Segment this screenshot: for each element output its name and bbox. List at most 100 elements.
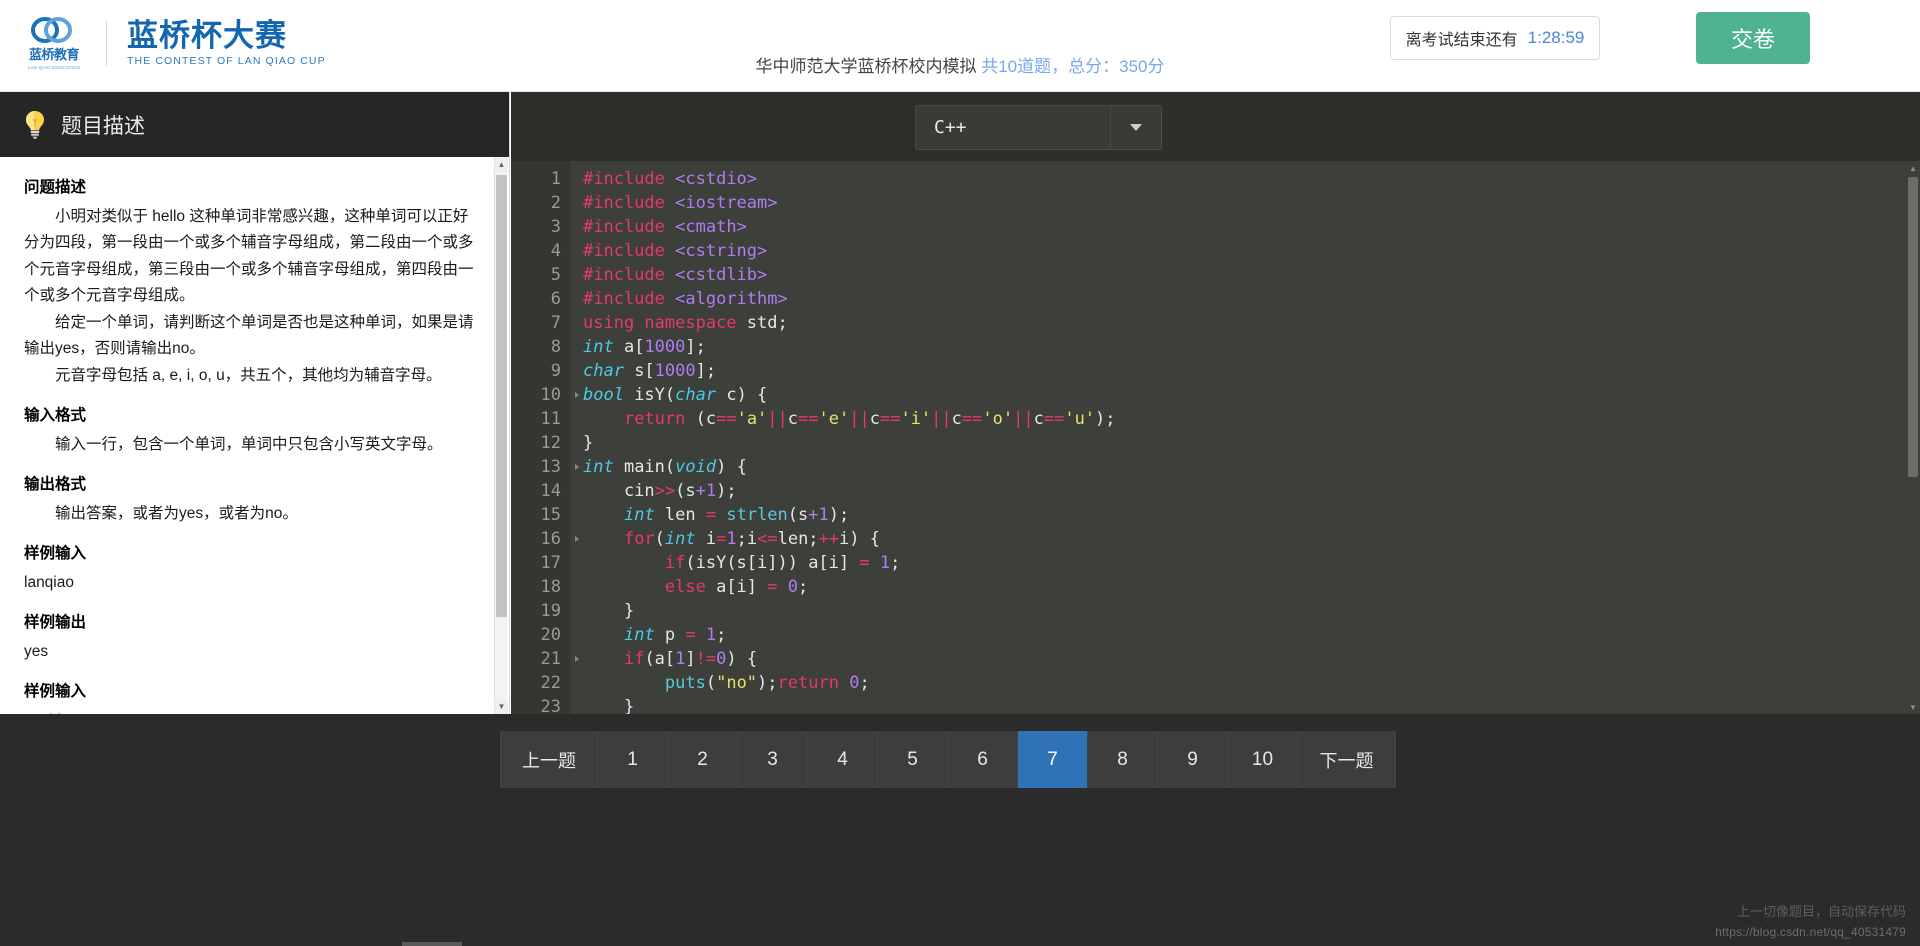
code-token: (s bbox=[787, 505, 809, 525]
section-paragraph: 输出答案，或者为yes，或者为no。 bbox=[55, 504, 298, 522]
submit-exam-button[interactable]: 交卷 bbox=[1696, 12, 1810, 64]
editor-scrollbar-thumb[interactable] bbox=[1908, 177, 1918, 477]
code-line: int len = strlen(s+1); bbox=[583, 503, 1920, 527]
code-token: c) { bbox=[716, 385, 768, 405]
exam-name: 华中师范大学蓝桥杯校内模拟 bbox=[755, 57, 977, 76]
code-token: c bbox=[1033, 409, 1044, 429]
code-token: >> bbox=[654, 481, 676, 501]
code-token: strlen bbox=[726, 505, 788, 525]
line-number: 13 bbox=[511, 455, 579, 479]
question-page-9[interactable]: 9 bbox=[1158, 731, 1228, 788]
code-area[interactable]: 1 2 3 4 5 6 7 8 9 10 11 12 13 14 15 16 17 18 19 20 21 22 23 #i… bbox=[511, 161, 1920, 714]
language-select-value: C++ bbox=[934, 117, 967, 138]
code-token: == bbox=[879, 409, 901, 429]
fold-arrow-icon[interactable] bbox=[575, 536, 579, 542]
question-page-10[interactable]: 10 bbox=[1228, 731, 1298, 788]
question-page-2[interactable]: 2 bbox=[668, 731, 738, 788]
question-page-7[interactable]: 7 bbox=[1018, 731, 1088, 788]
code-content[interactable]: #include <cstdio> #include <iostream> #inc… bbox=[570, 161, 1920, 714]
code-token: ) { bbox=[716, 457, 747, 477]
code-line: for(int i=1;i<=len;++i) { bbox=[583, 527, 1920, 551]
question-page-8[interactable]: 8 bbox=[1088, 731, 1158, 788]
code-token: 0 bbox=[716, 649, 727, 669]
code-line: } bbox=[583, 695, 1920, 714]
code-token: #include bbox=[583, 289, 665, 309]
code-token: (s bbox=[675, 481, 696, 501]
editor-scrollbar[interactable]: ▲ ▼ bbox=[1906, 161, 1920, 714]
rings-icon bbox=[31, 17, 72, 43]
section-title: 样例输入 bbox=[24, 683, 87, 700]
code-token: != bbox=[695, 649, 717, 669]
code-token: char bbox=[583, 361, 624, 381]
code-token: 1000 bbox=[654, 361, 696, 381]
line-number: 12 bbox=[540, 433, 561, 453]
code-token: (a[ bbox=[644, 649, 676, 669]
prev-question-button[interactable]: 上一题 bbox=[500, 731, 598, 788]
code-token: 1 bbox=[879, 553, 891, 573]
question-page-6[interactable]: 6 bbox=[948, 731, 1018, 788]
code-token: ++ bbox=[818, 529, 840, 549]
line-number: 11 bbox=[540, 409, 561, 429]
question-page-1[interactable]: 1 bbox=[598, 731, 668, 788]
code-token: 1 bbox=[726, 529, 737, 549]
scroll-down-icon[interactable]: ▼ bbox=[495, 699, 508, 714]
code-token: ); bbox=[828, 505, 850, 525]
code-token: ) { bbox=[726, 649, 758, 669]
fold-arrow-icon[interactable] bbox=[575, 392, 579, 398]
code-token: || bbox=[849, 409, 870, 429]
line-number-gutter: 1 2 3 4 5 6 7 8 9 10 11 12 13 14 15 16 17 18 19 20 21 22 23 bbox=[511, 161, 579, 714]
code-token: using namespace bbox=[583, 313, 737, 333]
code-token: c bbox=[787, 409, 799, 429]
fold-arrow-icon[interactable] bbox=[575, 656, 579, 662]
line-number: 2 bbox=[550, 193, 561, 213]
language-select[interactable]: C++ bbox=[915, 105, 1162, 150]
code-token: len; bbox=[777, 529, 819, 549]
code-line: #include <cmath> bbox=[583, 215, 1920, 239]
code-token: == bbox=[1043, 409, 1065, 429]
scrollbar-thumb[interactable] bbox=[496, 175, 507, 617]
fold-arrow-icon[interactable] bbox=[575, 464, 579, 470]
editor-scroll-up-icon[interactable]: ▲ bbox=[1906, 161, 1920, 175]
code-token: #include bbox=[583, 241, 665, 261]
editor-scroll-down-icon[interactable]: ▼ bbox=[1906, 700, 1920, 714]
question-page-4[interactable]: 4 bbox=[808, 731, 878, 788]
code-line: #include <algorithm> bbox=[583, 287, 1920, 311]
section-title: 问题描述 bbox=[24, 179, 87, 196]
question-page-3[interactable]: 3 bbox=[738, 731, 808, 788]
code-token: 'u' bbox=[1064, 409, 1096, 429]
problem-scrollbar[interactable]: ▲ ▼ bbox=[494, 157, 508, 714]
watermark-note: 上一切像题目，自动保存代码 bbox=[1736, 904, 1906, 919]
code-token: ( bbox=[705, 673, 717, 693]
line-number: 8 bbox=[550, 337, 561, 357]
line-number: 14 bbox=[540, 481, 561, 501]
code-line: return (c=='a'||c=='e'||c=='i'||c=='o'||… bbox=[583, 407, 1920, 431]
code-token: int bbox=[664, 529, 696, 549]
code-line: cin>>(s+1); bbox=[583, 479, 1920, 503]
line-number: 20 bbox=[540, 625, 561, 645]
brand-title: 蓝桥杯大赛 bbox=[127, 18, 287, 54]
section-paragraph: 输入一行，包含一个单词，单词中只包含小写英文字母。 bbox=[55, 435, 443, 453]
scroll-up-icon[interactable]: ▲ bbox=[495, 157, 508, 172]
code-token: 0 bbox=[787, 577, 799, 597]
code-line: } bbox=[583, 599, 1920, 623]
code-token: 'i' bbox=[900, 409, 932, 429]
code-token: <cstring> bbox=[675, 241, 768, 261]
next-question-button[interactable]: 下一题 bbox=[1298, 731, 1396, 788]
code-token: +1 bbox=[808, 505, 829, 525]
code-line: else a[i] = 0; bbox=[583, 575, 1920, 599]
chevron-down-icon[interactable] bbox=[1110, 106, 1161, 149]
code-token: puts bbox=[664, 673, 706, 693]
code-token: || bbox=[1013, 409, 1034, 429]
question-page-5[interactable]: 5 bbox=[878, 731, 948, 788]
section-title: 样例输出 bbox=[24, 614, 87, 631]
code-line: if(isY(s[i])) a[i] = 1; bbox=[583, 551, 1920, 575]
code-token: = bbox=[767, 577, 778, 597]
section-title: 样例输入 bbox=[24, 545, 87, 562]
code-line: int p = 1; bbox=[583, 623, 1920, 647]
